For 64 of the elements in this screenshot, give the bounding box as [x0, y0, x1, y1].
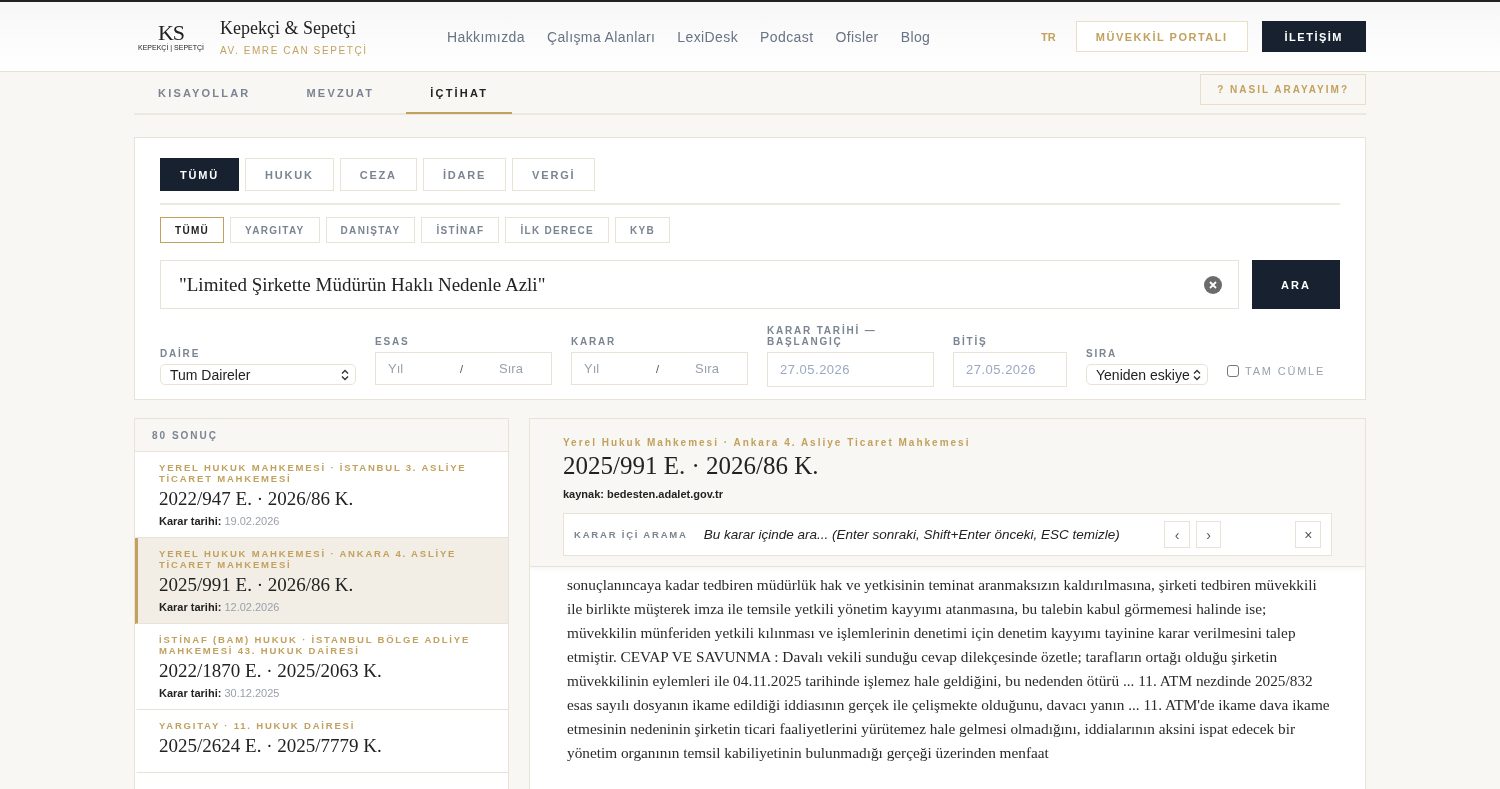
chevron-icon: [341, 368, 349, 381]
nav-link[interactable]: Hakkımızda: [447, 28, 525, 45]
separator: /: [656, 362, 660, 375]
chamber-select[interactable]: Tum Daireler: [160, 364, 356, 385]
category-tab[interactable]: TÜMÜ: [160, 158, 239, 191]
nav-link[interactable]: Çalışma Alanları: [546, 28, 656, 45]
category-tab[interactable]: VERGİ: [512, 158, 596, 191]
close-button[interactable]: ×: [1295, 521, 1321, 548]
category-tab[interactable]: İDARE: [422, 158, 507, 191]
court-name: YEREL HUKUK MAHKEMESİ · İSTANBUL 3. ASLİYE TİCARET MAHKEMESİ: [159, 462, 468, 484]
section-tab[interactable]: İÇTİHAT: [406, 73, 513, 114]
result-item[interactable]: YEREL HUKUK MAHKEMESİ · ANKARA 4. ASLİYE TİCARET MAHKEMESİ 2025/991 E. · 2026/86 K. Karar tarihi: 12.02.2026: [135, 538, 508, 624]
court-name: İSTİNAF (BAM) HUKUK · İSTANBUL BÖLGE ADLİYE MAHKEMESİ 43. HUKUK DAİRESİ: [159, 634, 472, 656]
decision-date: Karar tarihi: 30.12.2025: [159, 687, 281, 699]
decision-date: Karar tarihi: 19.02.2026: [159, 515, 281, 527]
separator: /: [460, 362, 464, 375]
nav-link[interactable]: Podcast: [760, 28, 814, 45]
case-number: 2022/947 E. · 2026/86 K.: [159, 488, 355, 510]
section-tab[interactable]: KISAYOLLAR: [134, 73, 275, 114]
clear-icon[interactable]: [1204, 275, 1222, 294]
start-date-field[interactable]: 27.05.2026: [767, 352, 934, 387]
nav-link[interactable]: LexiDesk: [677, 28, 739, 45]
brand-name: Kepekçi & Sepetçi: [220, 17, 357, 39]
court-name: YEREL HUKUK MAHKEMESİ · ANKARA 4. ASLİYE TİCARET MAHKEMESİ: [159, 548, 458, 570]
next-button[interactable]: ›: [1195, 521, 1222, 548]
court-filter[interactable]: TÜMÜ: [160, 217, 225, 243]
result-count: 80 SONUÇ: [135, 419, 508, 452]
chevron-icon: [1193, 368, 1201, 381]
court-filter[interactable]: KYB: [615, 217, 671, 243]
nav-link[interactable]: Ofisler: [835, 28, 879, 45]
search-button[interactable]: ARA: [1252, 260, 1340, 309]
decision-date: Karar tarihi: 12.02.2026: [159, 601, 281, 613]
field-label: ESAS: [375, 336, 411, 347]
search-field[interactable]: "Limited Şirkette Müdürün Haklı Nedenle Azli": [160, 260, 1239, 309]
section-tab[interactable]: MEVZUAT: [282, 73, 399, 114]
end-date-field[interactable]: 27.05.2026: [953, 352, 1067, 387]
brand-subtitle: AV. EMRE CAN SEPETÇİ: [220, 44, 368, 56]
case-number: 2022/1870 E. · 2025/2063 K.: [159, 660, 383, 682]
field-label: SIRA: [1086, 348, 1119, 359]
source-text: kaynak: bedesten.adalet.gov.tr: [563, 488, 724, 500]
field-label: BİTİŞ: [953, 336, 989, 347]
nav-link[interactable]: Blog: [900, 28, 931, 45]
case-title: 2025/991 E. · 2026/86 K.: [563, 452, 820, 480]
previous-button[interactable]: ‹: [1164, 521, 1190, 548]
field-label: KARAR TARİHİ — BAŞLANGIÇ: [767, 325, 878, 347]
contact-button[interactable]: İLETİŞİM: [1261, 21, 1366, 52]
court-filter[interactable]: YARGITAY: [230, 217, 320, 243]
field-label: DAİRE: [160, 348, 202, 359]
court-filter[interactable]: İSTİNAF: [421, 217, 500, 243]
case-number: 2025/2624 E. · 2025/7779 K.: [159, 735, 383, 757]
checkbox[interactable]: [1227, 365, 1239, 377]
court-filter[interactable]: DANIŞTAY: [325, 217, 416, 243]
category-tab[interactable]: CEZA: [339, 158, 417, 191]
checkbox-label: TAM CÜMLE: [1245, 365, 1326, 377]
field-label: KARAR: [571, 336, 618, 347]
case-number: 2025/991 E. · 2026/86 K.: [159, 574, 355, 596]
court-name: YARGITAY · 11. HUKUK DAİRESİ: [159, 720, 357, 731]
court-filter[interactable]: İLK DERECE: [505, 217, 609, 243]
portal-button[interactable]: MÜVEKKİL PORTALI: [1075, 21, 1248, 52]
sort-select[interactable]: Yeniden eskiye: [1086, 364, 1208, 385]
court-name: Yerel Hukuk Mahkemesi · Ankara 4. Asliye Ticaret Mahkemesi: [563, 437, 972, 448]
category-tab[interactable]: HUKUK: [245, 158, 334, 191]
decision-text: sonuçlanıncaya kadar tedbiren müdürlük hak ve yetkisinin teminat aranmaksızın kaldırılmasına, şirketi tedbiren müvekkili ile birlikte müşterek imza ile temsile yetkili yönetim kayyımı atanmasına, bu talebin kabul görmemesi halinde ise; müvekkilin münferiden yetkili kılınması ve işlemlerinin denetimi için denetim kayyımı tayinine karar verilmesini talep etmiştir. CEVAP VE SAVUNMA : Davalı vekili sunduğu cevap dilekçesinde özetle; tarafların ortağı olduğu şirketin müvekkilinin eylemleri ile 04.11.2025 tarihinde işlemez hale geldiğini, bu nedenden ötürü ... 11. ATM nezdinde 2025/832 esas sayılı dosyanın ikame edildiği iddiasının gerçek ile çelişmekte olduğunu, davacı yanın ... 11. ATM'de ikame dava ikame etmesinin nedeninin şirketin ticari faaliyetlerini yürütemez hale gelmesi olmadığını, iddialarının aksini ispat edecek bir yönetim organının temsil kabiliyetinin bulunmadığı gerçeği üzerinden menfaat: [566, 575, 1331, 763]
in-document-search[interactable]: KARAR İÇİ ARAMA Bu karar içinde ara... (Enter sonraki, Shift+Enter önceki, ESC temizle) ‹ › ×: [563, 513, 1332, 556]
